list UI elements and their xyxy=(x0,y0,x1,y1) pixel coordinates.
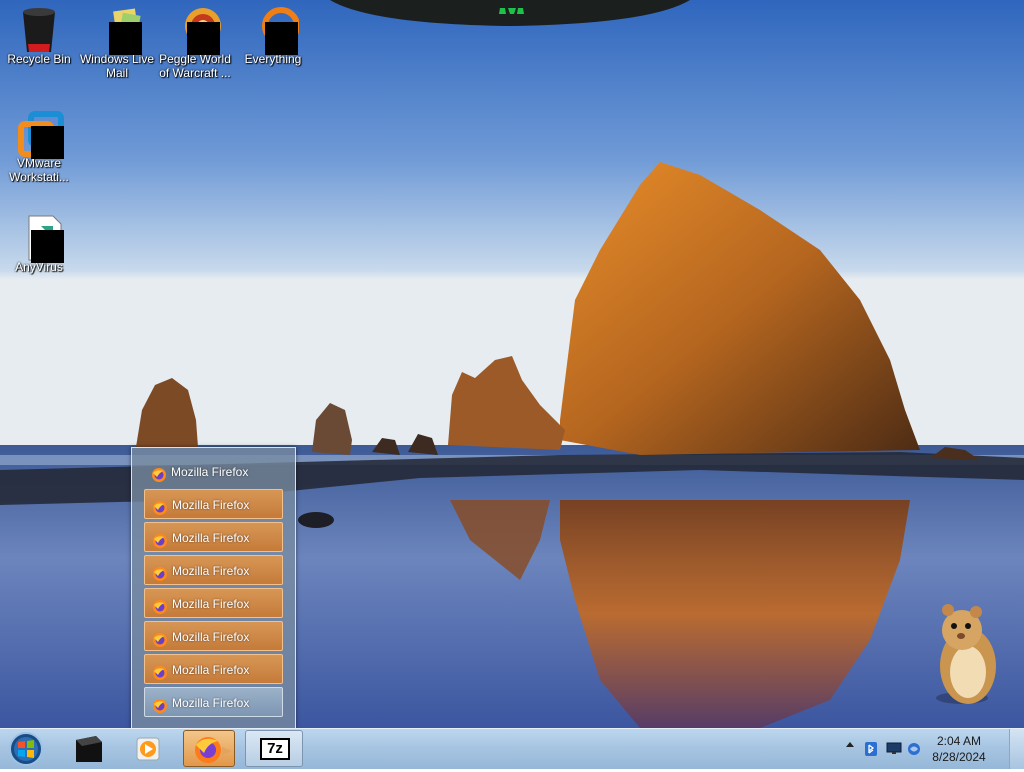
windows-live-mail-icon xyxy=(95,6,142,55)
taskbar-media-player[interactable] xyxy=(125,730,171,767)
network-icon[interactable] xyxy=(906,741,922,757)
desktop-icon-anyvirus[interactable]: AnyVirus xyxy=(0,208,78,274)
jumplist-header-label: Mozilla Firefox xyxy=(171,465,249,479)
desktop-icon-everything[interactable]: Everything xyxy=(234,0,312,66)
clock[interactable]: 2:04 AM 8/28/2024 xyxy=(924,733,994,765)
anyvirus-icon xyxy=(17,214,64,263)
show-desktop-button[interactable] xyxy=(1009,729,1024,769)
jumplist-item[interactable]: Mozilla Firefox xyxy=(144,522,283,552)
firefox-icon xyxy=(151,464,167,482)
desktop-icon-windows-live-mail[interactable]: Windows Live Mail xyxy=(78,0,156,80)
taskbar: 7z 2:04 AM 8/28/2024 xyxy=(0,728,1024,769)
desktop-icon-label: Peggle World of Warcraft ... xyxy=(159,52,231,80)
firefox-icon xyxy=(152,563,168,581)
desktop-icon-label: VMware Workstati... xyxy=(9,156,69,184)
firefox-icon xyxy=(152,629,168,647)
media-player-icon xyxy=(136,737,160,761)
peggle-icon xyxy=(173,6,221,55)
jumplist-item-label: Mozilla Firefox xyxy=(172,531,250,545)
recycle-bin-icon xyxy=(17,6,61,52)
7zip-label: 7z xyxy=(267,740,283,757)
clock-date: 8/28/2024 xyxy=(932,750,986,764)
everything-search-icon xyxy=(251,6,300,55)
monitor-icon[interactable] xyxy=(886,742,902,756)
desktop: Recycle Bin Windows Live Mail Peggle Wor… xyxy=(0,0,1024,728)
bluetooth-icon[interactable] xyxy=(864,741,878,757)
jumplist-item-label: Mozilla Firefox xyxy=(172,498,250,512)
clock-time: 2:04 AM xyxy=(936,734,982,748)
firefox-jump-list: Mozilla Firefox Mozilla Firefox Mozilla F… xyxy=(131,447,296,728)
start-orb-icon xyxy=(9,732,43,766)
jumplist-item-label: Mozilla Firefox xyxy=(172,663,250,677)
jumplist-item-label: Mozilla Firefox xyxy=(172,630,250,644)
jumplist-item[interactable]: Mozilla Firefox xyxy=(144,588,283,618)
desktop-icon-peggle[interactable]: Peggle World of Warcraft ... xyxy=(156,0,234,80)
firefox-icon xyxy=(152,530,168,548)
desktop-icon-vmware[interactable]: VMware Workstati... xyxy=(0,104,78,184)
show-hidden-icons-arrow[interactable] xyxy=(846,742,854,747)
taskbar-7zip[interactable]: 7z xyxy=(245,730,303,767)
firefox-icon xyxy=(152,695,168,713)
black-app-icon xyxy=(76,736,102,762)
taskbar-firefox[interactable] xyxy=(183,730,235,767)
start-button[interactable] xyxy=(4,729,48,769)
desktop-icon-label: Recycle Bin xyxy=(7,52,71,66)
jumplist-item[interactable]: Mozilla Firefox xyxy=(144,489,283,519)
jumplist-item-label: Mozilla Firefox xyxy=(172,564,250,578)
top-gadget-bar[interactable] xyxy=(330,0,690,28)
firefox-icon xyxy=(152,497,168,515)
jumplist-item[interactable]: Mozilla Firefox xyxy=(144,621,283,651)
desktop-icon-recycle-bin[interactable]: Recycle Bin xyxy=(0,0,78,66)
7zip-icon: 7z xyxy=(260,738,290,760)
system-tray: 2:04 AM 8/28/2024 xyxy=(834,729,1024,769)
jumplist-item-label: Mozilla Firefox xyxy=(172,597,250,611)
jumplist-item[interactable]: Mozilla Firefox xyxy=(144,555,283,585)
jumplist-item[interactable]: Mozilla Firefox xyxy=(144,687,283,717)
jumplist-item[interactable]: Mozilla Firefox xyxy=(144,654,283,684)
vmware-workstation-icon xyxy=(17,110,64,159)
desktop-icon-label: Windows Live Mail xyxy=(79,52,155,80)
jumplist-header[interactable]: Mozilla Firefox xyxy=(144,457,283,487)
firefox-icon xyxy=(152,596,168,614)
hamster-gadget-icon[interactable] xyxy=(922,600,1008,710)
firefox-icon xyxy=(195,737,232,763)
taskbar-app-black[interactable] xyxy=(66,730,112,767)
jumplist-item-label: Mozilla Firefox xyxy=(172,696,250,710)
firefox-icon xyxy=(152,662,168,680)
